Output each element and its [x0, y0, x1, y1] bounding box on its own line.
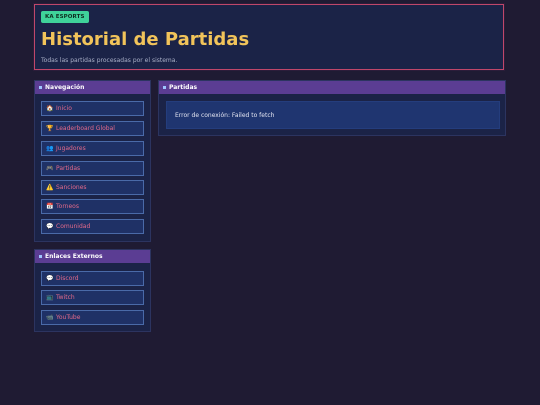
navigation-panel-title: Navegación [45, 84, 85, 91]
youtube-icon: 📹 [46, 314, 54, 321]
matches-panel: Partidas Error de conexión: Failed to fe… [158, 80, 506, 136]
nav-item-label: Sanciones [56, 184, 87, 191]
twitch-icon: 📺 [46, 294, 54, 301]
nav-item-label: Partidas [56, 165, 81, 172]
matches-panel-title: Partidas [169, 84, 198, 91]
link-youtube[interactable]: 📹 YouTube [41, 310, 144, 325]
nav-item-label: Comunidad [56, 223, 91, 230]
nav-item-torneos[interactable]: 📅 Torneos [41, 199, 144, 214]
trophy-icon: 🏆 [46, 125, 54, 132]
link-label: Twitch [56, 294, 75, 301]
bullet-icon [163, 86, 166, 89]
external-links-panel-header: Enlaces Externos [35, 250, 150, 263]
nav-item-partidas[interactable]: 🎮 Partidas [41, 161, 144, 176]
nav-item-label: Inicio [56, 105, 72, 112]
nav-item-label: Leaderboard Global [56, 125, 115, 132]
nav-item-jugadores[interactable]: 👥 Jugadores [41, 141, 144, 156]
nav-item-inicio[interactable]: 🏠 Inicio [41, 101, 144, 116]
external-links-panel: Enlaces Externos 💬 Discord 📺 Twitch 📹 Yo… [34, 249, 151, 332]
navigation-panel: Navegación 🏠 Inicio 🏆 Leaderboard Global… [34, 80, 151, 242]
home-icon: 🏠 [46, 105, 54, 112]
brand-badge: KA ESPORTS [41, 11, 89, 23]
link-label: YouTube [56, 314, 81, 321]
page-header: KA ESPORTS Historial de Partidas Todas l… [34, 4, 504, 70]
gamepad-icon: 🎮 [46, 165, 54, 172]
matches-panel-header: Partidas [159, 81, 505, 94]
warning-icon: ⚠️ [46, 184, 54, 191]
calendar-icon: 📅 [46, 203, 54, 210]
nav-item-label: Jugadores [56, 145, 86, 152]
nav-item-label: Torneos [56, 203, 79, 210]
discord-icon: 💬 [46, 275, 54, 282]
external-links-panel-title: Enlaces Externos [45, 253, 103, 260]
nav-item-comunidad[interactable]: 💬 Comunidad [41, 219, 144, 234]
link-twitch[interactable]: 📺 Twitch [41, 290, 144, 305]
bullet-icon [39, 255, 42, 258]
bullet-icon [39, 86, 42, 89]
link-label: Discord [56, 275, 79, 282]
users-icon: 👥 [46, 145, 54, 152]
page-subtitle: Todas las partidas procesadas por el sis… [41, 57, 178, 64]
nav-item-leaderboard[interactable]: 🏆 Leaderboard Global [41, 121, 144, 136]
link-discord[interactable]: 💬 Discord [41, 271, 144, 286]
navigation-panel-header: Navegación [35, 81, 150, 94]
page-title: Historial de Partidas [41, 29, 250, 50]
nav-item-sanciones[interactable]: ⚠️ Sanciones [41, 180, 144, 195]
chat-icon: 💬 [46, 223, 54, 230]
error-message: Error de conexión: Failed to fetch [166, 101, 500, 129]
